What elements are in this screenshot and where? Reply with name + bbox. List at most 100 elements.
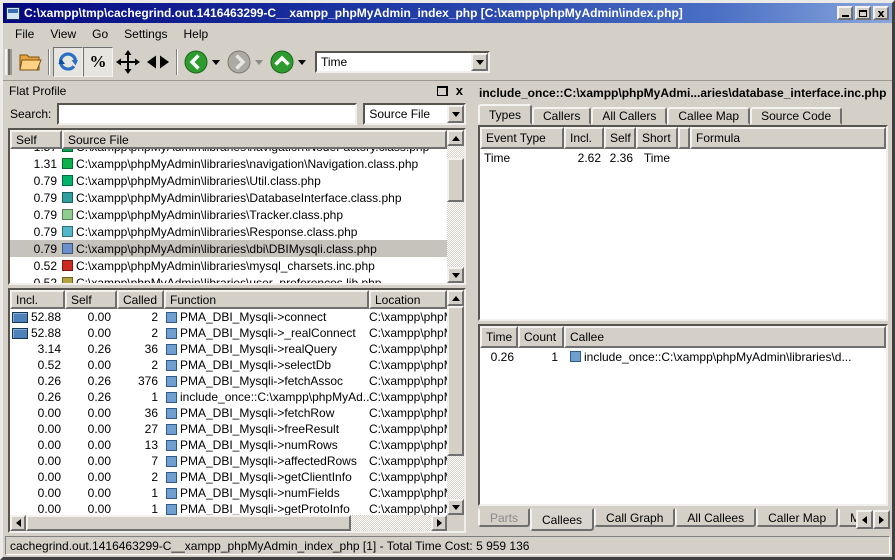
tab-callees[interactable]: Callees bbox=[530, 508, 594, 531]
function-row[interactable]: 52.88 0.00 2 PMA_DBI_Mysqli->connect C:\… bbox=[10, 309, 447, 325]
cycle-grouping-button[interactable] bbox=[53, 47, 83, 77]
function-row[interactable]: 52.88 0.00 2 PMA_DBI_Mysqli->_realConnec… bbox=[10, 325, 447, 341]
forward-dropdown-arrow[interactable] bbox=[255, 60, 263, 65]
minimize-button[interactable] bbox=[837, 6, 853, 20]
tab-call-graph[interactable]: Call Graph bbox=[594, 508, 675, 527]
back-dropdown-arrow[interactable] bbox=[212, 60, 220, 65]
toolbar-grip[interactable] bbox=[5, 49, 12, 75]
source-file-row[interactable]: 0.79 C:\xampp\phpMyAdmin\libraries\Datab… bbox=[10, 189, 447, 206]
forward-button[interactable] bbox=[224, 47, 254, 77]
scroll-right-button[interactable] bbox=[431, 515, 447, 531]
column-header-formula[interactable]: Formula bbox=[690, 127, 886, 149]
source-file-row[interactable]: 0.52 C:\xampp\phpMyAdmin\libraries\mysql… bbox=[10, 257, 447, 274]
maximize-button[interactable] bbox=[855, 6, 871, 20]
cost-color-chip bbox=[62, 149, 73, 152]
scroll-up-button[interactable] bbox=[447, 130, 464, 146]
tab-types[interactable]: Types bbox=[478, 104, 532, 125]
function-row[interactable]: 0.26 0.26 1 include_once::C:\xampp\phpMy… bbox=[10, 389, 447, 405]
detail-top-tabbar: Types Callers All Callers Callee Map Sou… bbox=[478, 104, 890, 125]
column-header-callee[interactable]: Callee bbox=[564, 326, 886, 348]
tab-parts[interactable]: Parts bbox=[478, 508, 530, 527]
callee-row[interactable]: 0.26 1 include_once::C:\xampp\phpMyAdmin… bbox=[480, 348, 886, 365]
percent-toggle-button[interactable]: % bbox=[83, 47, 113, 77]
scrollbar-thumb[interactable] bbox=[26, 515, 351, 531]
up-button[interactable] bbox=[267, 47, 297, 77]
search-input[interactable] bbox=[57, 103, 357, 125]
open-file-button[interactable] bbox=[15, 47, 45, 77]
vertical-scrollbar[interactable] bbox=[447, 130, 464, 283]
event-type-row[interactable]: Time 2.62 2.36 Time bbox=[480, 149, 886, 166]
scrollbar-track[interactable] bbox=[447, 306, 464, 499]
panel-splitter[interactable] bbox=[467, 82, 474, 533]
tab-source-code[interactable]: Source Code bbox=[750, 107, 842, 125]
column-header-source-file[interactable]: Source File bbox=[62, 130, 447, 149]
function-row[interactable]: 0.00 0.00 1 PMA_DBI_Mysqli->getProtoInfo… bbox=[10, 501, 447, 515]
back-button[interactable] bbox=[181, 47, 211, 77]
scrollbar-thumb[interactable] bbox=[447, 306, 464, 456]
column-header-count[interactable]: Count bbox=[518, 326, 564, 348]
menu-go[interactable]: Go bbox=[84, 25, 116, 43]
source-file-row[interactable]: 0.79 C:\xampp\phpMyAdmin\libraries\Respo… bbox=[10, 223, 447, 240]
combo-dropdown-button[interactable] bbox=[471, 53, 488, 71]
column-header-location[interactable]: Location bbox=[369, 290, 447, 309]
call-count: 2 bbox=[117, 470, 164, 484]
menu-help[interactable]: Help bbox=[176, 25, 217, 43]
menu-settings[interactable]: Settings bbox=[116, 25, 175, 43]
relative-width-button[interactable] bbox=[143, 47, 173, 77]
scrollbar-track[interactable] bbox=[447, 146, 464, 267]
source-file-row[interactable]: 0.79 C:\xampp\phpMyAdmin\libraries\Track… bbox=[10, 206, 447, 223]
source-file-row[interactable]: 0.79 C:\xampp\phpMyAdmin\libraries\Util.… bbox=[10, 172, 447, 189]
column-header-incl[interactable]: Incl. bbox=[10, 290, 65, 309]
horizontal-scrollbar[interactable] bbox=[10, 515, 464, 531]
menu-view[interactable]: View bbox=[42, 25, 84, 43]
scrollbar-track[interactable] bbox=[26, 515, 431, 531]
group-by-combobox[interactable]: Source File bbox=[363, 103, 466, 125]
title-bar[interactable]: C:\xampp\tmp\cachegrind.out.1416463299-C… bbox=[3, 3, 892, 23]
tab-callee-map[interactable]: Callee Map bbox=[667, 107, 750, 125]
column-header-event-type[interactable]: Event Type bbox=[480, 127, 564, 149]
source-file-row[interactable]: 0.52 C:\xampp\phpMyAdmin\libraries\user_… bbox=[10, 274, 447, 283]
scroll-left-button[interactable] bbox=[10, 515, 26, 531]
column-header-self[interactable]: Self bbox=[10, 130, 62, 149]
function-row[interactable]: 0.00 0.00 2 PMA_DBI_Mysqli->getClientInf… bbox=[10, 469, 447, 485]
tab-scroll-left-button[interactable] bbox=[856, 510, 873, 529]
function-row[interactable]: 0.00 0.00 36 PMA_DBI_Mysqli->fetchRow C:… bbox=[10, 405, 447, 421]
dock-header[interactable]: Flat Profile x bbox=[5, 82, 467, 100]
function-row[interactable]: 0.26 0.26 376 PMA_DBI_Mysqli->fetchAssoc… bbox=[10, 373, 447, 389]
tab-caller-map[interactable]: Caller Map bbox=[756, 508, 838, 527]
function-row[interactable]: 0.00 0.00 7 PMA_DBI_Mysqli->affectedRows… bbox=[10, 453, 447, 469]
scroll-up-button[interactable] bbox=[447, 290, 464, 306]
tab-callers[interactable]: Callers bbox=[532, 107, 591, 125]
function-row[interactable]: 0.00 0.00 27 PMA_DBI_Mysqli->freeResult … bbox=[10, 421, 447, 437]
function-row[interactable]: 3.14 0.26 36 PMA_DBI_Mysqli->realQuery C… bbox=[10, 341, 447, 357]
column-header-self[interactable]: Self bbox=[604, 127, 636, 149]
expand-all-button[interactable] bbox=[113, 47, 143, 77]
float-dock-icon[interactable] bbox=[437, 86, 448, 96]
close-dock-icon[interactable]: x bbox=[456, 86, 463, 96]
function-name: include_once::C:\xampp\phpMyAd... bbox=[180, 390, 369, 404]
source-file-row[interactable]: 1.31 C:\xampp\phpMyAdmin\libraries\navig… bbox=[10, 155, 447, 172]
function-row[interactable]: 0.52 0.00 2 PMA_DBI_Mysqli->selectDb C:\… bbox=[10, 357, 447, 373]
scroll-down-button[interactable] bbox=[447, 499, 464, 515]
tab-scroll-right-button[interactable] bbox=[873, 510, 890, 529]
vertical-scrollbar[interactable] bbox=[447, 290, 464, 515]
source-file-row-selected[interactable]: 0.79 C:\xampp\phpMyAdmin\libraries\dbi\D… bbox=[10, 240, 447, 257]
column-header-incl[interactable]: Incl. bbox=[564, 127, 604, 149]
column-header-spacer[interactable] bbox=[678, 127, 690, 149]
tab-all-callers[interactable]: All Callers bbox=[591, 107, 667, 125]
column-header-called[interactable]: Called bbox=[117, 290, 164, 309]
close-button[interactable]: x bbox=[873, 6, 889, 20]
column-header-self[interactable]: Self bbox=[65, 290, 117, 309]
up-dropdown-arrow[interactable] bbox=[298, 60, 306, 65]
column-header-short[interactable]: Short bbox=[636, 127, 678, 149]
function-row[interactable]: 0.00 0.00 1 PMA_DBI_Mysqli->numFields C:… bbox=[10, 485, 447, 501]
scrollbar-thumb[interactable] bbox=[447, 158, 464, 202]
column-header-time[interactable]: Time bbox=[480, 326, 518, 348]
combo-dropdown-button[interactable] bbox=[447, 105, 464, 123]
column-header-function[interactable]: Function bbox=[164, 290, 369, 309]
scroll-down-button[interactable] bbox=[447, 267, 464, 283]
menu-file[interactable]: File bbox=[7, 25, 42, 43]
event-type-combobox[interactable]: Time bbox=[315, 51, 490, 73]
function-row[interactable]: 0.00 0.00 13 PMA_DBI_Mysqli->numRows C:\… bbox=[10, 437, 447, 453]
tab-all-callees[interactable]: All Callees bbox=[675, 508, 756, 527]
